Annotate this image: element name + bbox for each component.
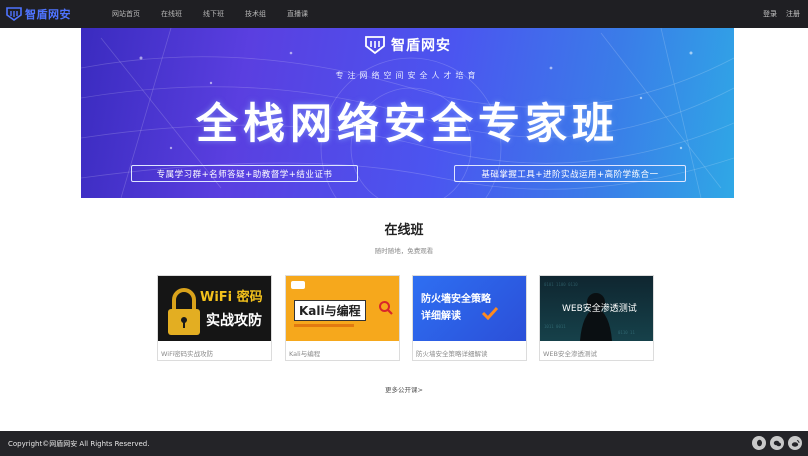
main-nav: 网站首页 在线班 线下班 技术组 直播课 xyxy=(112,0,329,28)
nav-live-course[interactable]: 直播课 xyxy=(287,9,308,19)
course-caption[interactable]: WiFi密码实战攻防 xyxy=(161,348,213,358)
course-caption[interactable]: WEB安全渗透测试 xyxy=(543,348,597,358)
course-thumbnail: 防火墙安全策略 详细解读 xyxy=(413,276,526,341)
auth-links: 登录 注册 xyxy=(763,0,800,28)
thumb-title-2: 实战攻防 xyxy=(206,313,262,329)
footer: Copyright©网盾网安 All Rights Reserved. xyxy=(0,431,808,456)
social-links xyxy=(752,436,802,450)
course-card-web[interactable]: 0101 1100 0110 1011 0011 0110 11 WEB安全渗透… xyxy=(539,275,654,361)
banner-title: 全栈网络安全专家班 xyxy=(195,99,619,148)
banner-brand-text: 智盾网安 xyxy=(391,38,451,54)
thumb-badge xyxy=(291,281,305,289)
register-link[interactable]: 注册 xyxy=(786,9,800,19)
thumb-title-2: 详细解读 xyxy=(421,311,461,322)
banner-feature-left: 专属学习群+名师答疑+助教督学+结业证书 xyxy=(131,165,358,182)
svg-text:0101 1100 0110: 0101 1100 0110 xyxy=(544,282,578,287)
nav-online-class[interactable]: 在线班 xyxy=(161,9,182,19)
course-card-wifi[interactable]: WiFi 密码 实战攻防 WiFi密码实战攻防 xyxy=(157,275,272,361)
nav-home[interactable]: 网站首页 xyxy=(112,9,140,19)
logo-icon xyxy=(6,7,22,21)
check-icon xyxy=(481,306,499,320)
course-thumbnail: Kali与编程 xyxy=(286,276,399,341)
site-logo[interactable]: 智盾网安 xyxy=(6,6,71,22)
thumb-title-1: WEB安全渗透测试 xyxy=(562,304,637,314)
logo-text: 智盾网安 xyxy=(25,8,71,21)
weibo-icon[interactable] xyxy=(788,436,802,450)
course-thumbnail: 0101 1100 0110 1011 0011 0110 11 WEB安全渗透… xyxy=(540,276,653,341)
banner-brand: 智盾网安 xyxy=(81,35,734,55)
wechat-icon[interactable] xyxy=(770,436,784,450)
course-caption[interactable]: Kali与编程 xyxy=(289,348,320,358)
course-card-firewall[interactable]: 防火墙安全策略 详细解读 防火墙安全策略详细解读 xyxy=(412,275,527,361)
thumb-stripe xyxy=(294,324,354,327)
thumb-title-1: WiFi 密码 xyxy=(200,290,263,305)
course-card-kali[interactable]: Kali与编程 Kali与编程 xyxy=(285,275,400,361)
svg-text:0110 11: 0110 11 xyxy=(618,330,635,335)
section-title: 在线班 xyxy=(384,223,424,238)
more-courses-link[interactable]: 更多公开课> xyxy=(0,384,808,394)
thumb-title-1: 防火墙安全策略 xyxy=(421,294,491,305)
top-navbar: 智盾网安 网站首页 在线班 线下班 技术组 直播课 登录 注册 xyxy=(0,0,808,28)
svg-text:1011 0011: 1011 0011 xyxy=(544,324,566,329)
search-icon xyxy=(379,301,393,315)
course-caption[interactable]: 防火墙安全策略详细解读 xyxy=(416,348,488,358)
course-thumbnail: WiFi 密码 实战攻防 xyxy=(158,276,271,341)
qq-icon[interactable] xyxy=(752,436,766,450)
nav-offline-class[interactable]: 线下班 xyxy=(203,9,224,19)
hero-banner[interactable]: 智盾网安 专注网络空间安全人才培育 全栈网络安全专家班 专属学习群+名师答疑+助… xyxy=(81,28,734,198)
copyright-text: Copyright©网盾网安 All Rights Reserved. xyxy=(8,440,150,448)
section-description: 随时随地，免费观看 xyxy=(374,247,434,255)
banner-feature-right: 基础掌握工具+进阶实战运用+高阶学练合一 xyxy=(454,165,686,182)
banner-subtitle: 专注网络空间安全人才培育 xyxy=(335,71,480,80)
thumb-title-1: Kali与编程 xyxy=(294,300,366,321)
nav-tech-group[interactable]: 技术组 xyxy=(245,9,266,19)
login-link[interactable]: 登录 xyxy=(763,9,777,19)
shield-logo-icon xyxy=(365,36,385,55)
